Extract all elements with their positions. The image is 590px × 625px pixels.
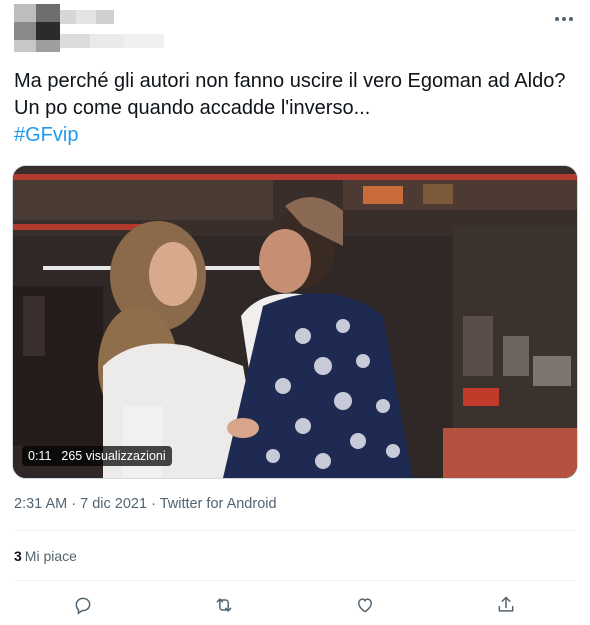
like-button[interactable] [348, 590, 382, 624]
tweet-source-link[interactable]: Twitter for Android [160, 496, 277, 512]
tweet-text: Ma perché gli autori non fanno uscire il… [14, 70, 566, 119]
video-player[interactable] [12, 165, 578, 479]
likes-stat[interactable]: 3 Mi piace [14, 548, 77, 564]
share-icon [496, 595, 516, 620]
video-info-badge: 0:11 265 visualizzazioni [22, 446, 172, 466]
retweet-button[interactable] [207, 590, 241, 624]
video-duration: 0:11 [28, 449, 52, 463]
more-icon [554, 9, 574, 27]
tweet-header [0, 0, 590, 60]
tweet-body: Ma perché gli autori non fanno uscire il… [14, 68, 579, 149]
likes-label: Mi piace [24, 548, 77, 564]
reply-button[interactable] [66, 590, 100, 624]
retweet-icon [213, 595, 235, 620]
tweet-meta: 2:31 AM · 7 dic 2021 · Twitter for Andro… [14, 496, 277, 512]
reply-icon [73, 595, 93, 620]
censored-author [14, 4, 184, 52]
likes-count: 3 [14, 548, 22, 564]
meta-separator: · [151, 496, 156, 512]
more-options-button[interactable] [552, 8, 576, 28]
tweet-date: 7 dic 2021 [80, 496, 148, 512]
tweet-time: 2:31 AM [14, 496, 68, 512]
divider [14, 530, 576, 531]
video-views: 265 visualizzazioni [61, 449, 166, 463]
divider [14, 580, 576, 581]
share-button[interactable] [489, 590, 523, 624]
hashtag-link[interactable]: #GFvip [14, 124, 78, 146]
video-thumbnail [13, 166, 577, 478]
meta-separator: · [71, 496, 77, 512]
action-bar [0, 590, 590, 624]
heart-icon [355, 595, 375, 620]
tweet-time-link[interactable]: 2:31 AM · 7 dic 2021 [14, 496, 147, 512]
